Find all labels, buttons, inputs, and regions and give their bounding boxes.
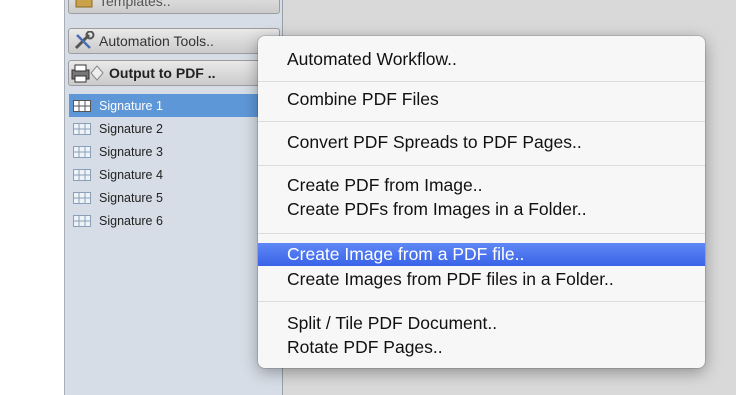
templates-icon <box>69 0 99 8</box>
signature-item[interactable]: Signature 5 <box>69 186 280 209</box>
printer-icon <box>69 63 109 83</box>
signature-label: Signature 6 <box>99 213 163 228</box>
menu-item-convert-pdf-spreads[interactable]: Convert PDF Spreads to PDF Pages.. <box>258 131 705 154</box>
signature-grid-icon <box>73 191 91 204</box>
signature-item[interactable]: Signature 2 <box>69 117 280 140</box>
signature-item[interactable]: Signature 3 <box>69 140 280 163</box>
automation-tools-menu: Automated Workflow.. Combine PDF Files C… <box>258 36 705 368</box>
signature-label: Signature 2 <box>99 121 163 136</box>
signature-item[interactable]: Signature 6 <box>69 209 280 232</box>
menu-item-split-tile-pdf[interactable]: Split / Tile PDF Document.. <box>258 312 705 335</box>
signature-list: Signature 1 Signature 2 Signature 3 Sign… <box>69 94 280 232</box>
menu-separator <box>258 301 705 302</box>
menu-item-create-pdf-from-image[interactable]: Create PDF from Image.. <box>258 174 705 197</box>
menu-item-automated-workflow[interactable]: Automated Workflow.. <box>258 48 705 71</box>
menu-separator <box>258 121 705 122</box>
menu-separator <box>258 165 705 166</box>
signature-label: Signature 1 <box>99 98 163 113</box>
templates-button[interactable]: Templates.. <box>68 0 280 14</box>
menu-item-create-pdfs-from-images-folder[interactable]: Create PDFs from Images in a Folder.. <box>258 198 705 221</box>
menu-item-combine-pdf-files[interactable]: Combine PDF Files <box>258 88 705 111</box>
menu-item-rotate-pdf-pages[interactable]: Rotate PDF Pages.. <box>258 336 705 359</box>
signature-label: Signature 3 <box>99 144 163 159</box>
signature-item[interactable]: Signature 4 <box>69 163 280 186</box>
signature-grid-icon <box>73 122 91 135</box>
menu-item-create-images-from-pdf-folder[interactable]: Create Images from PDF files in a Folder… <box>258 268 705 291</box>
side-panel: Templates.. Automation Tools.. Output to… <box>64 0 283 395</box>
signature-label: Signature 4 <box>99 167 163 182</box>
automation-tools-label: Automation Tools.. <box>99 33 214 49</box>
output-to-pdf-button[interactable]: Output to PDF .. <box>68 60 280 86</box>
menu-item-create-image-from-pdf[interactable]: Create Image from a PDF file.. <box>258 243 705 266</box>
signature-item[interactable]: Signature 1 <box>69 94 280 117</box>
tools-icon <box>69 31 99 51</box>
signature-grid-icon <box>73 145 91 158</box>
menu-separator <box>258 81 705 82</box>
signature-grid-icon <box>73 214 91 227</box>
signature-label: Signature 5 <box>99 190 163 205</box>
menu-separator <box>258 233 705 234</box>
automation-tools-button[interactable]: Automation Tools.. <box>68 28 280 54</box>
signature-grid-icon <box>73 99 91 112</box>
signature-grid-icon <box>73 168 91 181</box>
output-to-pdf-label: Output to PDF .. <box>109 65 216 81</box>
templates-label: Templates.. <box>99 0 171 9</box>
